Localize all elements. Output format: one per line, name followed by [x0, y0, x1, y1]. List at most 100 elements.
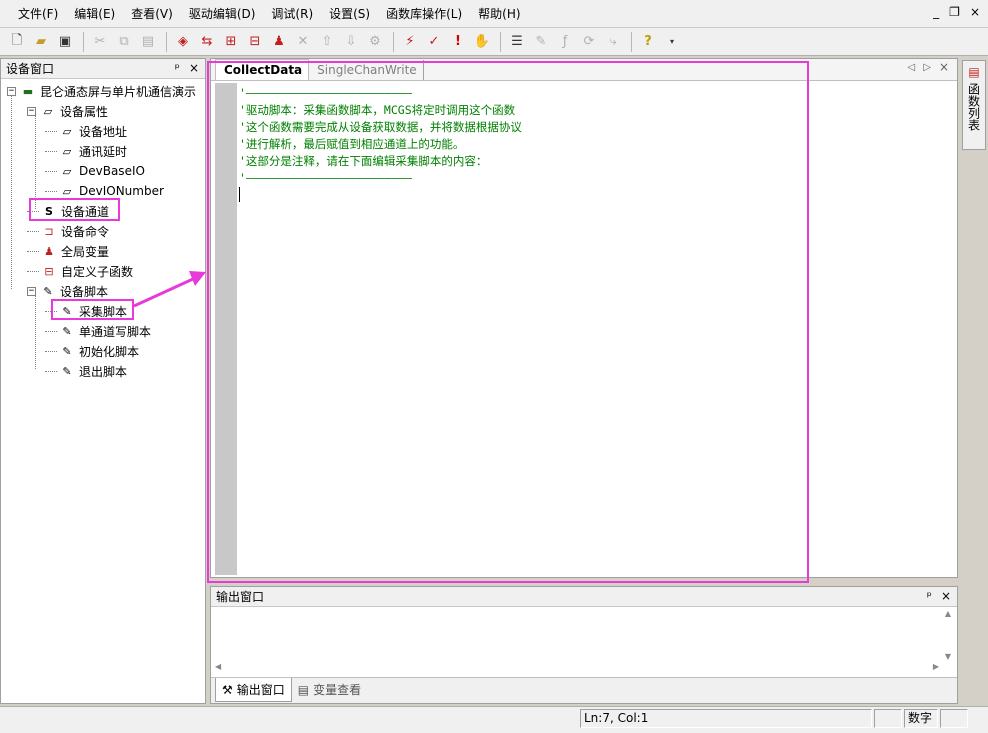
menu-driver-edit[interactable]: 驱动编辑(D): [183, 2, 262, 25]
pin-icon[interactable]: ᵖ: [927, 589, 932, 603]
properties-icon[interactable]: ⚙: [364, 31, 386, 53]
scroll-down-icon[interactable]: ▼: [945, 652, 951, 661]
list-icon: ▤: [297, 682, 310, 697]
tab-variables[interactable]: ▤ 变量查看: [292, 678, 367, 701]
compile-icon[interactable]: ⚡: [399, 31, 421, 53]
scroll-right-icon[interactable]: ▶: [933, 662, 939, 671]
scroll-up-icon[interactable]: ▲: [945, 609, 951, 618]
tree-node-init-script[interactable]: ✎ 初始化脚本: [1, 341, 205, 361]
function-list-icon: ▤: [968, 65, 980, 79]
debug-icon[interactable]: ✓: [423, 31, 445, 53]
tree-node-single-write-script[interactable]: ✎ 单通道写脚本: [1, 321, 205, 341]
tab-next-icon[interactable]: ▷: [923, 62, 931, 74]
menu-help[interactable]: 帮助(H): [472, 2, 526, 25]
tree-node-device-script[interactable]: − ✎ 设备脚本: [1, 281, 205, 301]
collapse-icon[interactable]: −: [7, 86, 16, 96]
edit-icon[interactable]: ✎: [530, 31, 552, 53]
output-window-title: 输出窗口: [216, 590, 265, 604]
tree-node-dev-base-io[interactable]: ▱ DevBaseIO: [1, 161, 205, 181]
horizontal-scrollbar[interactable]: ◀ ▶: [215, 659, 939, 673]
tree-connector: [45, 370, 57, 372]
open-folder-icon[interactable]: ▰: [30, 31, 52, 53]
add-command-icon[interactable]: ⊞: [220, 31, 242, 53]
tree-connector: [45, 170, 57, 172]
copy-icon[interactable]: ⧉: [113, 31, 135, 53]
mdi-restore-button[interactable]: ❐: [949, 5, 960, 19]
collapse-icon[interactable]: −: [27, 106, 36, 116]
input-mode: 数字: [904, 709, 938, 728]
add-user-icon[interactable]: ♟: [268, 31, 290, 53]
status-cell: [940, 709, 968, 728]
mdi-minimize-button[interactable]: _: [933, 5, 939, 19]
property-item-icon: ▱: [62, 184, 72, 198]
tree-label: 全局变量: [61, 244, 110, 259]
function-list-label: 函数列表: [966, 83, 981, 131]
menu-view[interactable]: 查看(V): [125, 2, 179, 25]
mdi-close-button[interactable]: ×: [970, 5, 980, 19]
tree-node-comm-delay[interactable]: ▱ 通讯延时: [1, 141, 205, 161]
menu-edit[interactable]: 编辑(E): [68, 2, 121, 25]
device-tree: − ▬ 昆仑通态屏与单片机通信演示 − ▱ 设备属性 ▱ 设备地址 ▱ 通讯延时…: [1, 79, 205, 381]
tree-node-root[interactable]: − ▬ 昆仑通态屏与单片机通信演示: [1, 81, 205, 101]
collapse-icon[interactable]: −: [27, 286, 36, 296]
menu-bar: 文件(F) 编辑(E) 查看(V) 驱动编辑(D) 调试(R) 设置(S) 函数…: [0, 0, 988, 28]
add-variable-icon[interactable]: ⊟: [244, 31, 266, 53]
toolbar-separator: [166, 31, 167, 52]
device-window: 设备窗口 ᵖ × − ▬ 昆仑通态屏与单片机通信演示 − ▱ 设备属性 ▱ 设备…: [0, 58, 206, 704]
format-icon[interactable]: ☰: [506, 31, 528, 53]
toolbar-separator: [393, 31, 394, 52]
tree-connector: [45, 130, 57, 132]
move-down-icon[interactable]: ⇩: [340, 31, 362, 53]
tree-connector: [45, 190, 57, 192]
menu-file[interactable]: 文件(F): [12, 2, 64, 25]
scroll-left-icon[interactable]: ◀: [215, 662, 221, 671]
close-icon[interactable]: ×: [941, 589, 951, 603]
tools-icon: ⚒: [222, 682, 233, 697]
tree-node-exit-script[interactable]: ✎ 退出脚本: [1, 361, 205, 381]
add-device-icon[interactable]: ◈: [172, 31, 194, 53]
function-icon[interactable]: ƒ: [554, 31, 576, 53]
cut-icon[interactable]: ✂: [89, 31, 111, 53]
tab-close-icon[interactable]: ×: [939, 60, 949, 74]
tree-node-device-properties[interactable]: − ▱ 设备属性: [1, 101, 205, 121]
tree-label: 设备属性: [60, 104, 109, 119]
menu-settings[interactable]: 设置(S): [323, 2, 376, 25]
tab-output-label: 输出窗口: [236, 683, 285, 697]
property-item-icon: ▱: [62, 164, 72, 178]
new-file-icon[interactable]: 🗋: [6, 31, 28, 53]
delete-icon[interactable]: ✕: [292, 31, 314, 53]
tree-node-device-command[interactable]: ⊐ 设备命令: [1, 221, 205, 241]
tab-output[interactable]: ⚒ 输出窗口: [215, 678, 292, 702]
tab-function-list[interactable]: ▤ 函数列表: [962, 60, 986, 150]
add-channel-icon[interactable]: ⇆: [196, 31, 218, 53]
toolbar-overflow-icon[interactable]: ▾: [661, 31, 683, 53]
menu-library[interactable]: 函数库操作(L): [380, 2, 468, 25]
menu-debug[interactable]: 调试(R): [265, 2, 319, 25]
error-icon[interactable]: !: [447, 31, 469, 53]
mdi-controls: _ ❐ ×: [933, 5, 980, 19]
tree-node-global-variable[interactable]: ♟ 全局变量: [1, 241, 205, 261]
loop-icon[interactable]: ⟳: [578, 31, 600, 53]
tree-connector: [45, 150, 57, 152]
stop-hand-icon[interactable]: ✋: [471, 31, 493, 53]
branch-icon[interactable]: ⤷: [602, 31, 624, 53]
tree-connector: [45, 350, 57, 352]
vertical-scrollbar[interactable]: ▲ ▼: [941, 609, 955, 661]
tree-connector: [45, 330, 57, 332]
right-dock: ▤ 函数列表: [960, 58, 988, 704]
tab-variables-label: 变量查看: [313, 683, 362, 697]
close-icon[interactable]: ×: [189, 61, 199, 75]
paste-icon[interactable]: ▤: [137, 31, 159, 53]
tree-label: 设备命令: [61, 224, 110, 239]
tree-node-custom-function[interactable]: ⊟ 自定义子函数: [1, 261, 205, 281]
move-up-icon[interactable]: ⇧: [316, 31, 338, 53]
script-icon: ✎: [62, 364, 72, 378]
pin-icon[interactable]: ᵖ: [175, 61, 180, 75]
tab-prev-icon[interactable]: ◁: [908, 62, 916, 74]
help-icon[interactable]: ?: [637, 31, 659, 53]
tree-label: DevBaseIO: [79, 164, 145, 178]
tree-node-device-address[interactable]: ▱ 设备地址: [1, 121, 205, 141]
save-icon[interactable]: ▣: [54, 31, 76, 53]
user-icon: ♟: [44, 244, 54, 258]
tree-connector: [27, 250, 39, 252]
